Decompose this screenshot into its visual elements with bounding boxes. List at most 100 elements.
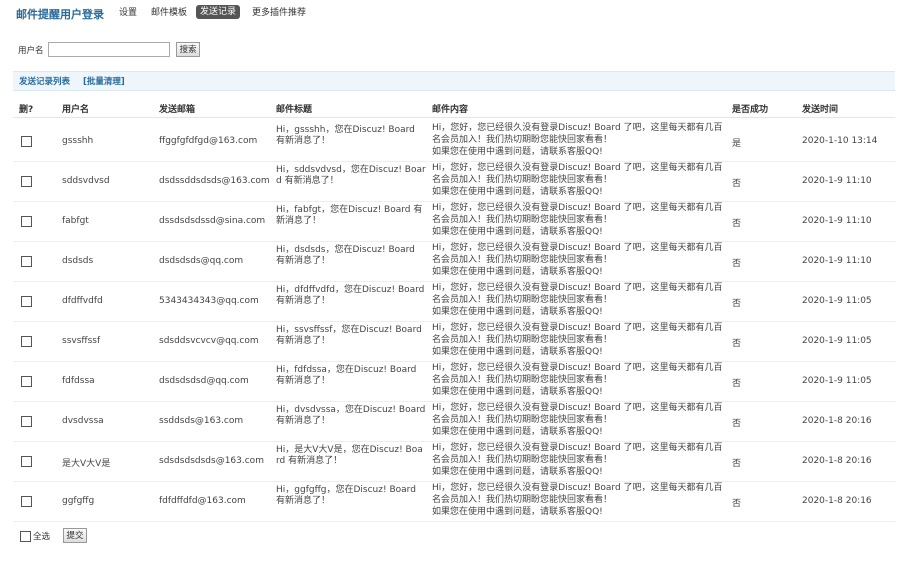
col-content: 邮件内容 bbox=[432, 105, 469, 115]
delete-checkbox[interactable] bbox=[21, 296, 32, 307]
content-cell: Hi，您好，您已经很久没有登录Discuz! Board 了吧，这里每天都有几百… bbox=[432, 483, 723, 517]
content-cell: Hi，您好，您已经很久没有登录Discuz! Board 了吧，这里每天都有几百… bbox=[432, 443, 723, 477]
username-cell: dfdffvdfd bbox=[62, 296, 103, 306]
username-cell: dsdsds bbox=[62, 256, 94, 266]
send-time-cell: 2020-1-8 20:16 bbox=[802, 456, 872, 466]
col-success: 是否成功 bbox=[732, 105, 769, 115]
email-cell: ffggfgfdfgd@163.com bbox=[159, 136, 258, 146]
send-time-cell: 2020-1-9 11:05 bbox=[802, 376, 872, 386]
search-button[interactable]: 搜索 bbox=[176, 42, 200, 57]
content-cell: Hi，您好，您已经很久没有登录Discuz! Board 了吧，这里每天都有几百… bbox=[432, 283, 723, 317]
email-cell: dssdsdsdssd@sina.com bbox=[159, 216, 266, 226]
tab-more-plugins[interactable]: 更多插件推荐 bbox=[252, 6, 306, 20]
app-title: 邮件提醒用户登录 bbox=[16, 8, 104, 21]
email-cell: ssddsds@163.com bbox=[159, 416, 244, 426]
send-time-cell: 2020-1-9 11:10 bbox=[802, 176, 872, 186]
submit-button[interactable]: 提交 bbox=[63, 528, 87, 543]
email-cell: dsdssddsdsds@163.com bbox=[159, 176, 270, 186]
subject-cell: Hi，fabfgt，您在Discuz! Board 有新消息了！ bbox=[276, 205, 423, 226]
table-row: ssvsffssf sdsddsvcvcv@qq.com Hi，ssvsffssf，… bbox=[13, 321, 895, 362]
content-cell: Hi，您好，您已经很久没有登录Discuz! Board 了吧，这里每天都有几百… bbox=[432, 323, 723, 357]
delete-checkbox[interactable] bbox=[21, 496, 32, 507]
table-row: fabfgt dssdsdsdssd@sina.com Hi，fabfgt，您在Di… bbox=[13, 201, 895, 242]
delete-checkbox[interactable] bbox=[21, 176, 32, 187]
username-cell: 是大V大V是 bbox=[62, 459, 111, 469]
content-cell: Hi，您好，您已经很久没有登录Discuz! Board 了吧，这里每天都有几百… bbox=[432, 163, 723, 197]
col-subject: 邮件标题 bbox=[276, 105, 313, 115]
subject-cell: Hi，dvsdvssa，您在Discuz! Board 有新消息了！ bbox=[276, 405, 426, 426]
table-row: sddsvdvsd dsdssddsdsds@163.com Hi，sddsvdvs… bbox=[13, 161, 895, 202]
success-cell: 否 bbox=[732, 499, 742, 509]
delete-checkbox[interactable] bbox=[21, 256, 32, 267]
tab-settings[interactable]: 设置 bbox=[119, 6, 137, 20]
username-label: 用户名 bbox=[18, 46, 44, 56]
username-search-input[interactable] bbox=[48, 42, 170, 57]
subject-cell: Hi，dfdffvdfd，您在Discuz! Board 有新消息了！ bbox=[276, 285, 425, 306]
bulk-clear-link[interactable]: [批量清理] bbox=[83, 75, 125, 87]
table-row: 是大V大V是 sdsdsdsdsds@163.com Hi，是大V大V是，您在Dis… bbox=[13, 441, 895, 482]
send-time-cell: 2020-1-9 11:05 bbox=[802, 336, 872, 346]
email-cell: sdsdsdsdsds@163.com bbox=[159, 456, 264, 466]
send-time-cell: 2020-1-8 20:16 bbox=[802, 496, 872, 506]
col-delete: 删? bbox=[19, 105, 34, 115]
col-email: 发送邮箱 bbox=[159, 105, 196, 115]
delete-checkbox[interactable] bbox=[21, 416, 32, 427]
tab-mail-template[interactable]: 邮件模板 bbox=[151, 6, 187, 20]
subject-cell: Hi，是大V大V是，您在Discuz! Board 有新消息了！ bbox=[276, 445, 423, 466]
delete-checkbox[interactable] bbox=[21, 376, 32, 387]
subject-cell: Hi，ggfgffg，您在Discuz! Board 有新消息了！ bbox=[276, 485, 416, 506]
success-cell: 否 bbox=[732, 259, 742, 269]
content-cell: Hi，您好，您已经很久没有登录Discuz! Board 了吧，这里每天都有几百… bbox=[432, 123, 723, 157]
send-time-cell: 2020-1-9 11:10 bbox=[802, 216, 872, 226]
content-cell: Hi，您好，您已经很久没有登录Discuz! Board 了吧，这里每天都有几百… bbox=[432, 243, 723, 277]
username-cell: sddsvdvsd bbox=[62, 176, 110, 186]
send-time-cell: 2020-1-10 13:14 bbox=[802, 136, 878, 146]
content-cell: Hi，您好，您已经很久没有登录Discuz! Board 了吧，这里每天都有几百… bbox=[432, 403, 723, 437]
success-cell: 否 bbox=[732, 299, 742, 309]
subject-cell: Hi，ssvsffssf，您在Discuz! Board 有新消息了！ bbox=[276, 325, 422, 346]
username-cell: gssshh bbox=[62, 136, 94, 146]
username-cell: dvsdvssa bbox=[62, 416, 104, 426]
email-cell: sdsddsvcvcv@qq.com bbox=[159, 336, 259, 346]
tab-send-log[interactable]: 发送记录 bbox=[196, 5, 241, 19]
select-all-label[interactable]: 全选 bbox=[33, 530, 50, 542]
col-username: 用户名 bbox=[62, 105, 90, 115]
username-cell: fabfgt bbox=[62, 216, 89, 226]
email-cell: dsdsdsdsd@qq.com bbox=[159, 376, 249, 386]
delete-checkbox[interactable] bbox=[21, 336, 32, 347]
success-cell: 否 bbox=[732, 459, 742, 469]
subject-cell: Hi，gssshh，您在Discuz! Board 有新消息了！ bbox=[276, 125, 415, 146]
col-send-time: 发送时间 bbox=[802, 105, 839, 115]
success-cell: 否 bbox=[732, 219, 742, 229]
select-all-checkbox[interactable] bbox=[20, 531, 31, 542]
email-cell: fdfdffdfd@163.com bbox=[159, 496, 246, 506]
send-time-cell: 2020-1-9 11:05 bbox=[802, 296, 872, 306]
subject-cell: Hi，fdfdssa，您在Discuz! Board 有新消息了！ bbox=[276, 365, 417, 386]
table-header: 删? 用户名 发送邮箱 邮件标题 邮件内容 是否成功 发送时间 bbox=[13, 97, 895, 118]
send-time-cell: 2020-1-9 11:10 bbox=[802, 256, 872, 266]
section-title: 发送记录列表 bbox=[19, 77, 71, 87]
table-row: ggfgffg fdfdffdfd@163.com Hi，ggfgffg，您在Dis… bbox=[13, 481, 895, 522]
send-time-cell: 2020-1-8 20:16 bbox=[802, 416, 872, 426]
table-row: dvsdvssa ssddsds@163.com Hi，dvsdvssa，您在Dis… bbox=[13, 401, 895, 442]
success-cell: 否 bbox=[732, 339, 742, 349]
table-row: gssshh ffggfgfdfgd@163.com Hi，gssshh，您在Dis… bbox=[13, 121, 895, 162]
username-cell: ggfgffg bbox=[62, 496, 95, 506]
delete-checkbox[interactable] bbox=[21, 216, 32, 227]
content-cell: Hi，您好，您已经很久没有登录Discuz! Board 了吧，这里每天都有几百… bbox=[432, 203, 723, 237]
section-header: 发送记录列表 [批量清理] bbox=[13, 71, 895, 91]
success-cell: 否 bbox=[732, 379, 742, 389]
success-cell: 否 bbox=[732, 179, 742, 189]
delete-checkbox[interactable] bbox=[21, 456, 32, 467]
email-cell: dsdsdsds@qq.com bbox=[159, 256, 244, 266]
table-row: fdfdssa dsdsdsdsd@qq.com Hi，fdfdssa，您在Disc… bbox=[13, 361, 895, 402]
top-nav: 邮件提醒用户登录 设置 邮件模板 发送记录 更多插件推荐 bbox=[0, 5, 910, 21]
subject-cell: Hi，dsdsds，您在Discuz! Board 有新消息了！ bbox=[276, 245, 415, 266]
username-cell: ssvsffssf bbox=[62, 336, 101, 346]
email-cell: 5343434343@qq.com bbox=[159, 296, 259, 306]
delete-checkbox[interactable] bbox=[21, 136, 32, 147]
subject-cell: Hi，sddsvdvsd，您在Discuz! Board 有新消息了！ bbox=[276, 165, 426, 186]
success-cell: 否 bbox=[732, 419, 742, 429]
table-row: dfdffvdfd 5343434343@qq.com Hi，dfdffvdfd，您… bbox=[13, 281, 895, 322]
content-cell: Hi，您好，您已经很久没有登录Discuz! Board 了吧，这里每天都有几百… bbox=[432, 363, 723, 397]
